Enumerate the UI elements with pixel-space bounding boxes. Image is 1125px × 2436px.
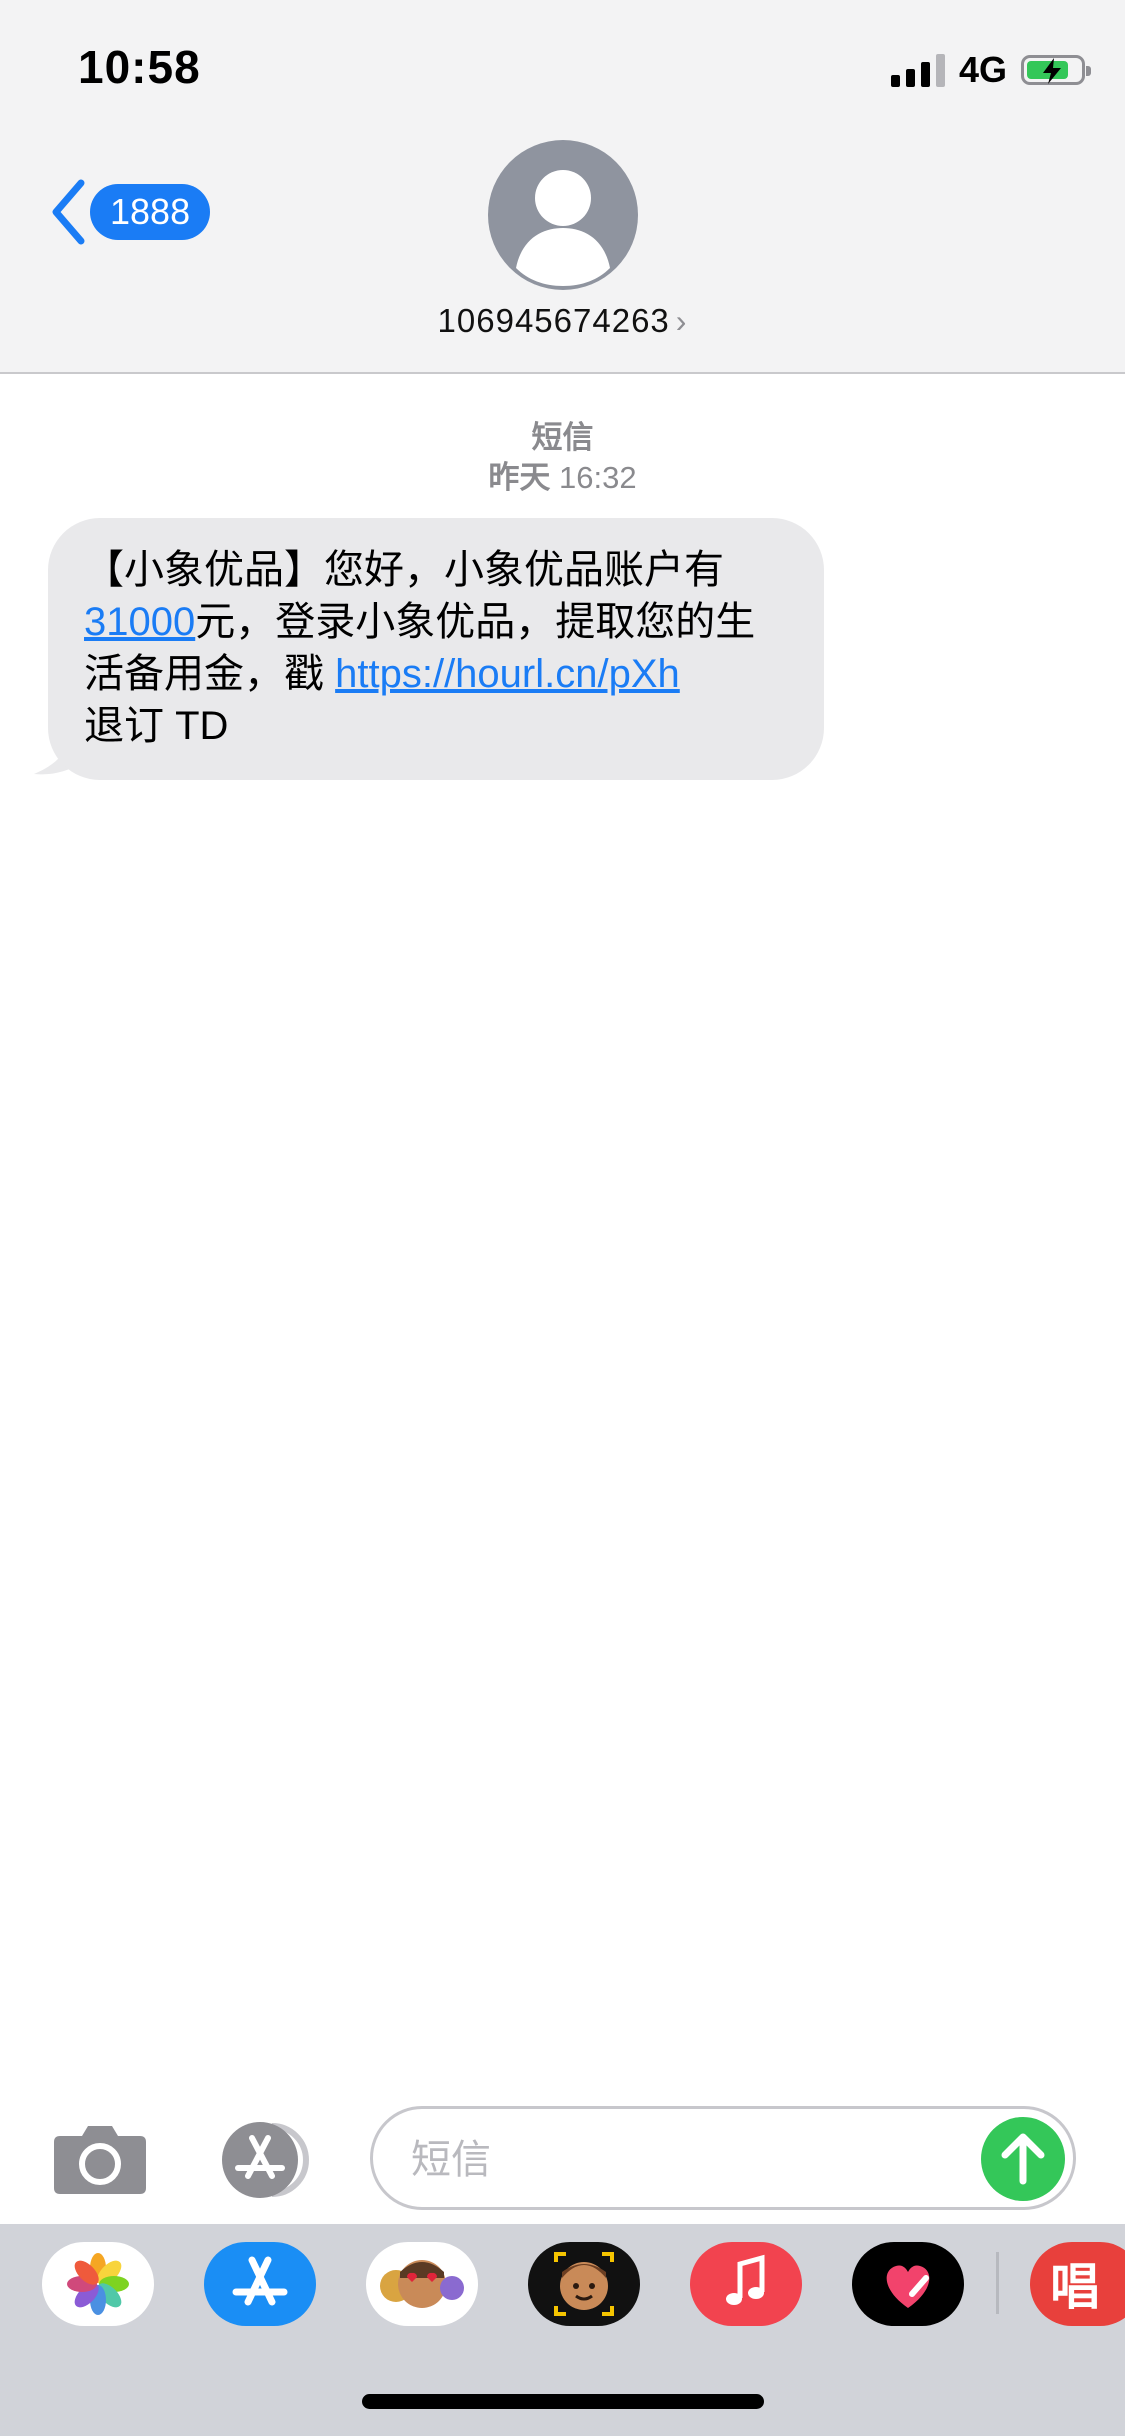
send-button[interactable] bbox=[981, 2117, 1065, 2201]
service-label: 短信 bbox=[531, 420, 594, 455]
animoji-app-icon[interactable] bbox=[528, 2242, 640, 2326]
contact-number: 106945674263 bbox=[437, 302, 670, 339]
app-store-app-icon[interactable] bbox=[204, 2242, 316, 2326]
apps-button[interactable] bbox=[210, 2120, 320, 2205]
contact-avatar[interactable] bbox=[488, 140, 638, 290]
karaoke-app-icon[interactable]: 唱 bbox=[1030, 2242, 1125, 2326]
memoji-stickers-app-icon[interactable] bbox=[366, 2242, 478, 2326]
drawer-divider bbox=[996, 2252, 999, 2314]
unread-count-badge: 1888 bbox=[90, 184, 211, 240]
amount-link[interactable]: 31000 bbox=[84, 600, 195, 644]
camera-icon bbox=[54, 2126, 146, 2194]
chevron-right-icon: › bbox=[675, 303, 688, 339]
network-type: 4G bbox=[958, 49, 1007, 90]
camera-button[interactable] bbox=[52, 2122, 148, 2201]
incoming-message-bubble[interactable]: 【小象优品】您好，小象优品账户有31000元，登录小象优品，提取您的生活备用金，… bbox=[48, 518, 824, 780]
message-timestamp: 昨天 16:32 bbox=[0, 452, 1125, 497]
back-button[interactable]: 1888 bbox=[48, 178, 211, 246]
timestamp-time: 16:32 bbox=[559, 460, 637, 495]
music-app-icon[interactable] bbox=[690, 2242, 802, 2326]
svg-text:唱: 唱 bbox=[1050, 2258, 1100, 2316]
person-silhouette-icon bbox=[516, 170, 610, 286]
home-indicator[interactable] bbox=[362, 2394, 764, 2409]
arrow-up-icon bbox=[1001, 2133, 1045, 2185]
contact-name-button[interactable]: 106945674263 › bbox=[0, 302, 1125, 340]
message-input[interactable] bbox=[409, 2131, 993, 2189]
url-link[interactable]: https://hourl.cn/pXh bbox=[335, 652, 680, 696]
app-store-icon bbox=[222, 2122, 309, 2198]
message-text-part3: 退订 TD bbox=[84, 704, 229, 748]
status-time: 10:58 bbox=[78, 41, 201, 93]
message-input-field[interactable] bbox=[370, 2106, 1076, 2210]
message-text-part1: 【小象优品】您好，小象优品账户有 bbox=[84, 548, 724, 592]
timestamp-day: 昨天 bbox=[488, 460, 551, 495]
chevron-left-icon bbox=[52, 179, 85, 245]
conversation-header: 10:58 4G 1888 106945674263 › bbox=[0, 0, 1125, 374]
digital-touch-app-icon[interactable] bbox=[852, 2242, 964, 2326]
photos-app-icon[interactable] bbox=[42, 2242, 154, 2326]
battery-charging-icon bbox=[1021, 55, 1091, 85]
status-indicators: 4G bbox=[890, 48, 1091, 92]
cellular-signal-icon bbox=[890, 53, 945, 87]
